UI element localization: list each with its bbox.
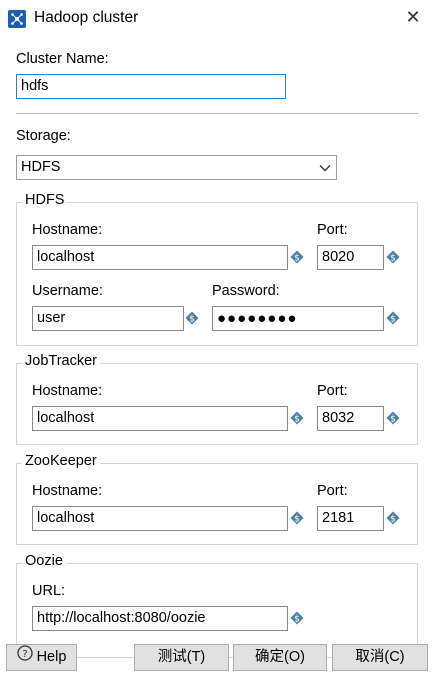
chevron-down-icon[interactable] [316,158,334,177]
variable-diamond-icon[interactable]: $ [386,411,400,425]
ok-button[interactable]: 确定(O) [233,644,327,671]
cluster-name-input[interactable]: hdfs [16,74,286,99]
zookeeper-hostname-input[interactable]: localhost [32,506,288,531]
window-title: Hadoop cluster [34,9,139,26]
close-icon[interactable]: ✕ [402,6,424,28]
oozie-url-label: URL: [32,583,66,599]
hdfs-hostname-label: Hostname: [32,222,103,238]
svg-text:$: $ [294,615,300,625]
variable-diamond-icon[interactable]: $ [290,511,304,525]
hdfs-port-input[interactable]: 8020 [317,245,384,270]
jobtracker-hostname-label: Hostname: [32,383,103,399]
zookeeper-legend: ZooKeeper [22,453,100,469]
variable-diamond-icon[interactable]: $ [185,311,199,325]
svg-text:$: $ [390,254,396,264]
hdfs-password-input[interactable]: ●●●●●●●● [212,306,384,331]
help-button-label: Help [36,649,67,665]
variable-diamond-icon[interactable]: $ [290,250,304,264]
hadoop-cluster-icon [8,10,26,28]
help-circle-icon: ? [16,645,33,670]
zookeeper-hostname-label: Hostname: [32,483,103,499]
svg-text:$: $ [390,515,396,525]
variable-diamond-icon[interactable]: $ [290,611,304,625]
zookeeper-port-label: Port: [317,483,348,499]
svg-text:$: $ [390,315,396,325]
jobtracker-group [16,363,418,445]
svg-text:$: $ [294,415,300,425]
variable-diamond-icon[interactable]: $ [290,411,304,425]
hdfs-legend: HDFS [22,192,68,208]
oozie-url-input[interactable]: http://localhost:8080/oozie [32,606,288,631]
jobtracker-port-label: Port: [317,383,348,399]
hdfs-username-label: Username: [32,283,103,299]
jobtracker-legend: JobTracker [22,353,100,369]
svg-text:?: ? [22,649,27,660]
hdfs-hostname-input[interactable]: localhost [32,245,288,270]
hdfs-password-label: Password: [212,283,280,299]
variable-diamond-icon[interactable]: $ [386,511,400,525]
cancel-button[interactable]: 取消(C) [332,644,428,671]
hdfs-username-input[interactable]: user [32,306,184,331]
divider [16,113,418,114]
jobtracker-hostname-input[interactable]: localhost [32,406,288,431]
storage-label: Storage: [16,128,71,144]
svg-text:$: $ [189,315,195,325]
storage-selected-value: HDFS [21,159,61,175]
test-button[interactable]: 测试(T) [134,644,229,671]
zookeeper-group [16,463,418,545]
cluster-name-label: Cluster Name: [16,51,109,67]
jobtracker-port-input[interactable]: 8032 [317,406,384,431]
variable-diamond-icon[interactable]: $ [386,250,400,264]
zookeeper-port-input[interactable]: 2181 [317,506,384,531]
svg-text:$: $ [294,254,300,264]
svg-text:$: $ [390,415,396,425]
svg-text:$: $ [294,515,300,525]
variable-diamond-icon[interactable]: $ [386,311,400,325]
hdfs-port-label: Port: [317,222,348,238]
help-button[interactable]: ? Help [6,644,77,671]
storage-select[interactable]: HDFS [16,155,337,180]
oozie-legend: Oozie [22,553,66,569]
